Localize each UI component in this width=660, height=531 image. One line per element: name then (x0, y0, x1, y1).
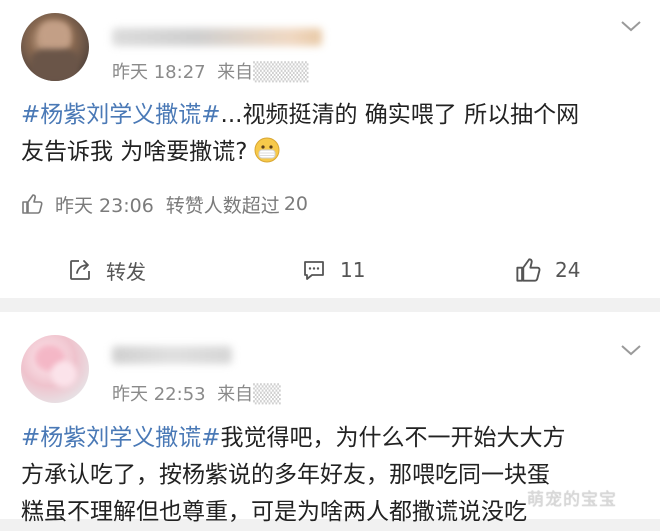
comment-count: 11 (340, 258, 366, 282)
like-icon (516, 258, 541, 282)
post-card: 昨天 18:27 来自▒▒▒▒ #杨紫刘学义撒谎#...视频挺清的 确实喂了 所… (0, 0, 660, 298)
repost-label: 转发 (106, 259, 146, 284)
username-blurred[interactable] (112, 28, 322, 46)
info-label: 转赞人数超过 (165, 194, 280, 217)
mask-emoji-icon (254, 137, 280, 163)
post-meta: 昨天 18:27 来自▒▒▒▒ (112, 62, 309, 83)
comment-button[interactable]: 11 (302, 250, 365, 290)
post-text: #杨紫刘学义撒谎#我觉得吧，为什么不一开始大大方 方承认吃了，按杨紫说的多年好友… (21, 420, 660, 531)
post-source: 来自 (217, 384, 254, 405)
post-text: #杨紫刘学义撒谎#...视频挺清的 确实喂了 所以抽个网 友告诉我 为啥要撒谎? (21, 97, 641, 171)
action-bar: 转发 11 24 (0, 250, 660, 290)
text-line: 我觉得吧，为什么不一开始大大方 (220, 425, 566, 451)
post-time: 昨天 22:53 (112, 384, 206, 405)
post-time: 昨天 18:27 (112, 62, 206, 83)
watermark: 萌宠的宝宝 (527, 490, 617, 510)
like-button[interactable]: 24 (515, 250, 580, 290)
hashtag-link[interactable]: #杨紫刘学义撒谎# (21, 102, 221, 128)
avatar[interactable] (21, 13, 89, 81)
share-icon (70, 260, 90, 280)
post-meta: 昨天 22:53 来自▒▒ (112, 384, 281, 405)
like-count: 24 (555, 258, 581, 282)
repost-button[interactable]: 转发 (68, 250, 146, 290)
text-line: 糕虽不理解但也尊重，可是为啥两人都撒谎说没吃 (21, 499, 527, 525)
username-blurred[interactable] (112, 346, 232, 364)
text-line: 方承认吃了，按杨紫说的多年好友，那喂吃同一块蛋 (21, 462, 550, 488)
chevron-down-icon[interactable] (620, 344, 642, 356)
thumb-up-icon (22, 194, 43, 214)
text-line: ...视频挺清的 确实喂了 所以抽个网 (220, 102, 580, 128)
info-time: 昨天 23:06 (55, 194, 154, 217)
post-source: 来自 (217, 62, 254, 83)
comment-icon (304, 261, 324, 280)
hashtag-link[interactable]: #杨紫刘学义撒谎# (21, 425, 221, 451)
repost-info: 昨天 23:06 转赞人数超过 20 (21, 190, 320, 218)
chevron-down-icon[interactable] (620, 20, 642, 32)
info-count: 20 (283, 193, 308, 215)
avatar[interactable] (21, 335, 89, 403)
text-line: 友告诉我 为啥要撒谎? (21, 139, 248, 165)
